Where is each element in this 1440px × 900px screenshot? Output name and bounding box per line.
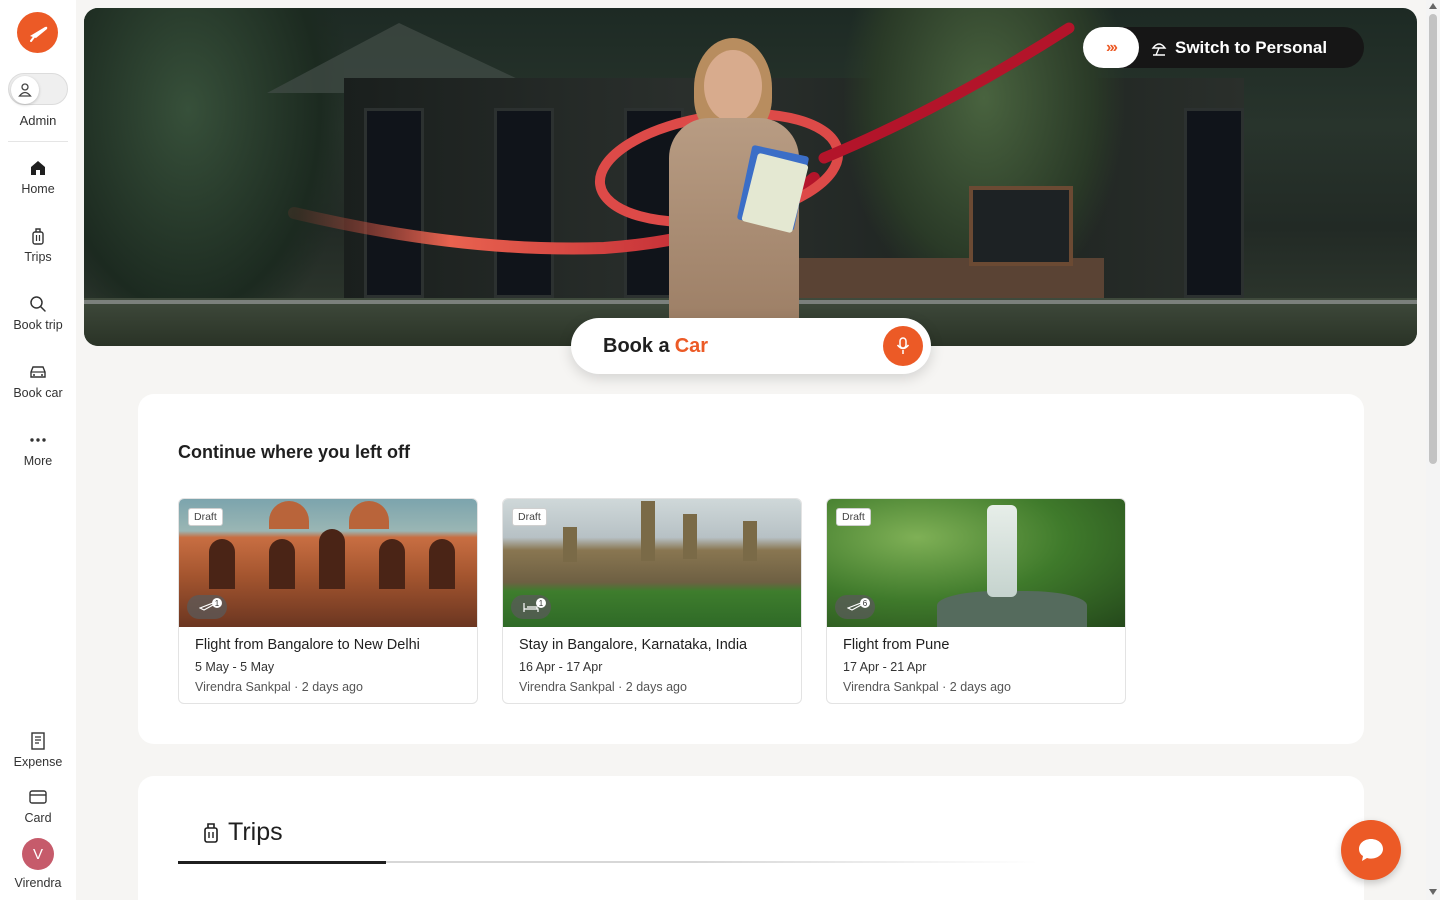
search-icon — [27, 293, 49, 315]
card-icon — [27, 786, 49, 808]
tab-active-indicator — [178, 861, 386, 864]
sidebar-item-profile[interactable]: V Virendra — [0, 838, 76, 890]
monument-dome — [349, 501, 389, 529]
palace-tower — [563, 527, 577, 562]
monument-arch — [319, 529, 345, 589]
sidebar-item-label: Card — [24, 811, 52, 825]
sidebar-item-book-car[interactable]: Book car — [0, 361, 76, 400]
avatar: V — [22, 838, 54, 870]
card-title: Stay in Bangalore, Karnataka, India — [519, 637, 748, 653]
monument-arch — [379, 539, 405, 589]
sidebar-divider — [8, 141, 68, 142]
trips-panel: Trips — [138, 776, 1364, 900]
microphone-icon — [896, 337, 910, 354]
book-prompt-input[interactable]: Book a Car — [571, 318, 931, 374]
sidebar-item-label: More — [23, 454, 53, 468]
card-meta: Virendra Sankpal · 2 days ago — [519, 680, 687, 694]
sidebar-item-label: Book car — [13, 386, 63, 400]
palace-tower — [683, 514, 697, 559]
suitcase-icon — [204, 822, 218, 843]
tab-trips-label: Trips — [228, 818, 283, 846]
monument-arch — [209, 539, 235, 589]
flight-type-pill: 6 — [835, 595, 875, 619]
draft-badge: Draft — [188, 508, 223, 526]
sidebar-item-home[interactable]: Home — [0, 157, 76, 196]
role-label: Admin — [19, 113, 57, 128]
receipt-icon — [27, 730, 49, 752]
sidebar-item-label: Trips — [24, 250, 52, 264]
sidebar-item-label: Home — [21, 182, 55, 196]
segment-count: 1 — [212, 598, 222, 608]
hotel-type-pill: 1 — [511, 595, 551, 619]
scrollbar-thumb[interactable] — [1429, 14, 1437, 464]
continue-title: Continue where you left off — [178, 442, 410, 462]
segment-count: 1 — [536, 598, 546, 608]
sidebar-item-book-trip[interactable]: Book trip — [0, 293, 76, 332]
card-dates: 16 Apr - 17 Apr — [519, 660, 603, 674]
card-title: Flight from Bangalore to New Delhi — [195, 637, 420, 653]
continue-panel: Continue where you left off Draft 1 Flig… — [138, 394, 1364, 744]
beach-umbrella-icon — [1151, 42, 1167, 56]
sidebar-item-trips[interactable]: Trips — [0, 225, 76, 264]
switch-label: Switch to Personal — [1151, 38, 1327, 58]
palace-tower — [743, 521, 757, 561]
sidebar-item-expense[interactable]: Expense — [0, 730, 76, 769]
tab-trips[interactable]: Trips — [202, 818, 283, 847]
draft-trip-card[interactable]: Draft 6 Flight from Pune 17 Apr - 21 Apr… — [826, 498, 1126, 704]
draft-badge: Draft — [512, 508, 547, 526]
card-meta: Virendra Sankpal · 2 days ago — [195, 680, 363, 694]
more-dots-icon — [27, 429, 49, 451]
profile-name: Virendra — [14, 876, 62, 890]
sidebar-item-more[interactable]: More — [0, 429, 76, 468]
car-icon — [27, 361, 49, 383]
microphone-button[interactable] — [883, 326, 923, 366]
card-dates: 17 Apr - 21 Apr — [843, 660, 927, 674]
scroll-up-arrow-icon[interactable] — [1429, 3, 1437, 9]
chevrons-right-icon: ››› — [1083, 27, 1139, 68]
role-toggle[interactable] — [8, 73, 68, 105]
switch-to-personal-button[interactable]: ››› Switch to Personal — [1083, 27, 1364, 68]
segment-count: 6 — [860, 598, 870, 608]
chat-bubble-icon — [1359, 839, 1383, 861]
waterfall-stream — [987, 505, 1017, 597]
sidebar-item-label: Expense — [13, 755, 63, 769]
chat-support-button[interactable] — [1341, 820, 1401, 880]
hero-person-face — [704, 50, 762, 122]
app-logo[interactable] — [17, 12, 58, 53]
book-prompt-prefix: Book a — [603, 334, 670, 357]
book-prompt-highlight: Car — [674, 334, 709, 357]
monument-dome — [269, 501, 309, 529]
draft-badge: Draft — [836, 508, 871, 526]
sidebar-item-card[interactable]: Card — [0, 786, 76, 825]
monument-arch — [429, 539, 455, 589]
card-dates: 5 May - 5 May — [195, 660, 275, 674]
monument-arch — [269, 539, 295, 589]
card-title: Flight from Pune — [843, 637, 950, 653]
flight-type-pill: 1 — [187, 595, 227, 619]
draft-trip-card[interactable]: Draft 1 Stay in Bangalore, Karnataka, In… — [502, 498, 802, 704]
home-icon — [27, 157, 49, 179]
plane-logo-icon — [29, 26, 47, 42]
card-meta: Virendra Sankpal · 2 days ago — [843, 680, 1011, 694]
switch-label-text: Switch to Personal — [1175, 37, 1328, 57]
sidebar-item-label: Book trip — [13, 318, 63, 332]
draft-trip-card[interactable]: Draft 1 Flight from Bangalore to New Del… — [178, 498, 478, 704]
sidebar: Admin Home Trips Book trip Book car More — [0, 0, 76, 900]
suitcase-icon — [27, 225, 49, 247]
scroll-down-arrow-icon[interactable] — [1429, 889, 1437, 895]
palace-tower — [641, 501, 655, 561]
user-icon — [18, 83, 32, 97]
role-knob — [11, 76, 39, 104]
